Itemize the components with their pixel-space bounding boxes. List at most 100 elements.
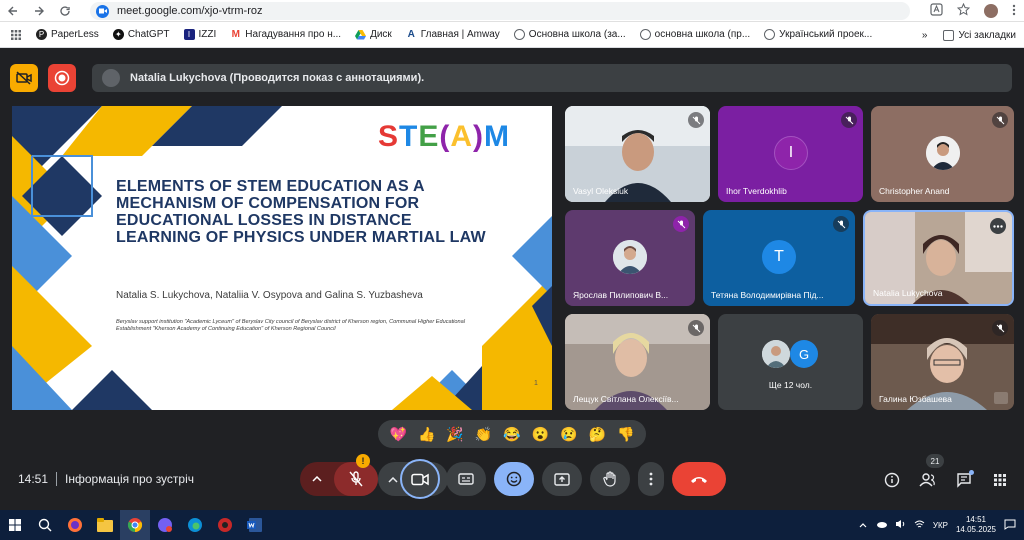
- meeting-details-button[interactable]: [880, 468, 904, 492]
- search-icon[interactable]: [30, 510, 60, 540]
- emoji-reactions-button[interactable]: [494, 462, 534, 496]
- participant-avatar: [926, 136, 960, 170]
- bookmark-izzi[interactable]: I IZZI: [183, 29, 216, 40]
- app-icon[interactable]: [210, 510, 240, 540]
- reaction-surprised[interactable]: 😮: [532, 426, 549, 443]
- chrome-icon[interactable]: [120, 510, 150, 540]
- bookmark-amway[interactable]: A Главная | Amway: [405, 29, 500, 40]
- mic-control-group: !: [300, 454, 378, 496]
- bookmark-school-1[interactable]: Основна школа (за...: [513, 29, 626, 40]
- steam-letter: T: [399, 120, 419, 153]
- bookmark-label: Український проек...: [779, 29, 873, 40]
- network-icon[interactable]: [914, 520, 925, 531]
- profile-avatar[interactable]: [984, 4, 998, 18]
- firefox-icon[interactable]: [60, 510, 90, 540]
- tray-chevron-icon[interactable]: [859, 521, 867, 530]
- chat-button[interactable]: [952, 468, 976, 492]
- bookmark-gmail[interactable]: M Нагадування про н...: [230, 29, 341, 40]
- address-bar[interactable]: meet.google.com/xjo-vtrm-roz: [90, 2, 910, 20]
- more-participants-label: Ще 12 чол.: [768, 380, 813, 390]
- reaction-heart[interactable]: 💖: [390, 426, 407, 443]
- activities-button[interactable]: [988, 468, 1012, 492]
- more-options-icon[interactable]: [990, 218, 1006, 234]
- onedrive-icon[interactable]: [875, 520, 887, 530]
- participant-avatar: [762, 340, 790, 368]
- mic-off-icon: [833, 216, 849, 232]
- bookmark-paperless[interactable]: P PaperLess: [36, 29, 99, 40]
- bookmark-label: основна школа (пр...: [654, 29, 751, 40]
- present-screen-button[interactable]: [542, 462, 582, 496]
- notification-icon[interactable]: [1004, 519, 1016, 532]
- hand-icon: [603, 471, 616, 487]
- mic-off-icon: [349, 471, 363, 487]
- drive-icon: [355, 29, 367, 40]
- file-explorer-icon[interactable]: [90, 510, 120, 540]
- people-button[interactable]: 21: [916, 454, 944, 492]
- meet-site-icon: [96, 4, 109, 18]
- edge-icon[interactable]: [180, 510, 210, 540]
- reaction-thinking[interactable]: 🤔: [589, 426, 606, 443]
- participant-tile[interactable]: Vasyl Oleksiuk: [565, 106, 710, 202]
- participant-avatar: [613, 240, 647, 274]
- raise-hand-button[interactable]: [590, 462, 630, 496]
- reaction-party[interactable]: 🎉: [446, 426, 463, 443]
- reaction-thumbs-down[interactable]: 👎: [617, 426, 634, 443]
- bookmark-school-2[interactable]: основна школа (пр...: [639, 29, 751, 40]
- more-bookmarks-icon[interactable]: »: [922, 30, 928, 41]
- reaction-clap[interactable]: 👏: [475, 426, 492, 443]
- recording-indicator[interactable]: [48, 64, 76, 92]
- mic-toggle-button[interactable]: [334, 462, 378, 496]
- divider: [56, 472, 58, 486]
- camera-toggle-button[interactable]: [400, 459, 440, 499]
- reload-button[interactable]: [52, 0, 78, 22]
- all-bookmarks-label: Усі закладки: [958, 29, 1016, 41]
- globe-icon: [764, 29, 776, 40]
- all-bookmarks[interactable]: Усі закладки: [943, 29, 1016, 41]
- mic-options-chevron-icon[interactable]: [312, 473, 322, 485]
- clock-date: 14.05.2025: [955, 525, 996, 534]
- bookmark-drive[interactable]: Диск: [355, 29, 392, 40]
- presenter-avatar: [102, 69, 120, 87]
- camera-control-group: [378, 459, 448, 499]
- meeting-info-link[interactable]: Інформація про зустріч: [65, 472, 194, 486]
- participant-name: Лещук Світлана Олексіїв...: [573, 394, 679, 404]
- pencil-icon[interactable]: [994, 392, 1008, 404]
- more-options-button[interactable]: [638, 462, 664, 496]
- mic-off-icon: [992, 112, 1008, 128]
- back-button[interactable]: [0, 0, 26, 22]
- forward-button[interactable]: [26, 0, 52, 22]
- reaction-sad[interactable]: 😢: [560, 426, 577, 443]
- camera-options-chevron-icon[interactable]: [388, 470, 398, 488]
- captions-icon: [458, 473, 474, 485]
- mic-off-icon: [673, 216, 689, 232]
- participant-tile[interactable]: Галина Юзбашева: [871, 314, 1014, 410]
- reaction-thumbs-up[interactable]: 👍: [418, 426, 435, 443]
- participant-tile-active[interactable]: Natalia Lukychova: [863, 210, 1014, 306]
- camera-off-indicator[interactable]: [10, 64, 38, 92]
- participant-tile[interactable]: Ярослав Пилипович В...: [565, 210, 695, 306]
- apps-icon[interactable]: [10, 29, 22, 41]
- reaction-laugh[interactable]: 😂: [503, 426, 520, 443]
- browser-toolbar: meet.google.com/xjo-vtrm-roz: [0, 0, 1024, 22]
- bookmark-chatgpt[interactable]: ✦ ChatGPT: [112, 29, 170, 40]
- participant-tile[interactable]: T Тетяна Володимирівна Під...: [703, 210, 855, 306]
- participant-tile[interactable]: I Ihor Tverdokhlib: [718, 106, 863, 202]
- menu-icon[interactable]: [1012, 4, 1016, 19]
- captions-button[interactable]: [446, 462, 486, 496]
- reactions-bar: 💖 👍 🎉 👏 😂 😮 😢 🤔 👎: [378, 420, 646, 448]
- viber-icon[interactable]: [150, 510, 180, 540]
- volume-icon[interactable]: [895, 519, 906, 531]
- leave-call-button[interactable]: [672, 462, 726, 496]
- participant-tile[interactable]: Лещук Світлана Олексіїв...: [565, 314, 710, 410]
- windows-start-icon[interactable]: [0, 510, 30, 540]
- clock[interactable]: 14:51 14.05.2025: [956, 515, 996, 535]
- bookmark-ukr-project[interactable]: Український проек...: [764, 29, 872, 40]
- system-tray: УКР 14:51 14.05.2025: [859, 510, 1016, 540]
- more-participants-tile[interactable]: G Ще 12 чол.: [718, 314, 863, 410]
- word-icon[interactable]: [240, 510, 270, 540]
- translate-icon[interactable]: [930, 3, 943, 19]
- izzi-icon: I: [183, 29, 195, 40]
- language-indicator[interactable]: УКР: [933, 521, 948, 530]
- star-icon[interactable]: [956, 2, 971, 19]
- participant-tile[interactable]: Christopher Anand: [871, 106, 1014, 202]
